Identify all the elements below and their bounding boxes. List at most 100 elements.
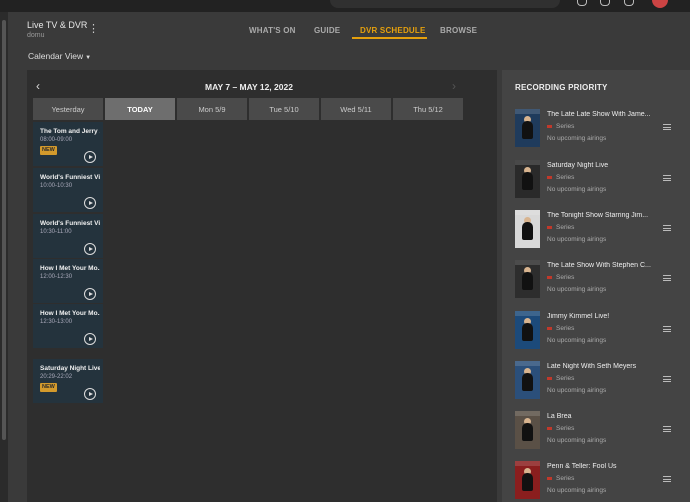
show-name: The Late Late Show With Jame... [547, 111, 651, 118]
show-airings: No upcoming airings [547, 135, 607, 142]
day-thu[interactable]: Thu 5/12 [393, 98, 463, 120]
show-airings: No upcoming airings [547, 487, 607, 494]
date-range: MAY 7 – MAY 12, 2022 [205, 82, 293, 92]
recording-card[interactable]: How I Met Your Mo... 12:00-12:30 [33, 259, 103, 303]
show-airings: No upcoming airings [547, 387, 607, 394]
recording-priority-panel: RECORDING PRIORITY The Late Late Show Wi… [502, 70, 690, 502]
day-wed[interactable]: Wed 5/11 [321, 98, 391, 120]
tab-whats-on[interactable]: WHAT'S ON [249, 26, 296, 35]
settings-icon[interactable] [600, 0, 610, 6]
priority-item[interactable]: The Late Late Show With Jame... Series N… [502, 109, 690, 157]
priority-item[interactable]: The Tonight Show Starring Jim... Series … [502, 210, 690, 258]
series-icon [547, 175, 552, 179]
recording-card[interactable]: How I Met Your Mo... 12:30-13:00 [33, 304, 103, 348]
series-icon [547, 326, 552, 330]
scrollbar[interactable] [0, 12, 8, 502]
priority-item[interactable]: The Late Show With Stephen C... Series N… [502, 260, 690, 308]
recording-time: 10:00-10:30 [40, 183, 73, 189]
recording-card[interactable]: The Tom and Jerry ... 08:00-09:00 NEW [33, 122, 103, 166]
show-type: Series [547, 475, 574, 482]
drag-handle-icon[interactable] [663, 275, 671, 281]
priority-item[interactable]: Jimmy Kimmel Live! Series No upcoming ai… [502, 311, 690, 359]
drag-handle-icon[interactable] [663, 225, 671, 231]
drag-handle-icon[interactable] [663, 175, 671, 181]
tab-browse[interactable]: BROWSE [440, 26, 477, 35]
new-badge: NEW [40, 383, 57, 392]
show-name: Jimmy Kimmel Live! [547, 313, 610, 320]
tab-guide[interactable]: GUIDE [314, 26, 340, 35]
show-type: Series [547, 375, 574, 382]
drag-handle-icon[interactable] [663, 376, 671, 382]
recording-card[interactable]: World's Funniest Vi... 10:30-11:00 [33, 214, 103, 258]
scrollbar-thumb[interactable] [2, 20, 6, 440]
cast-icon[interactable] [624, 0, 634, 6]
drag-handle-icon[interactable] [663, 124, 671, 130]
series-icon [547, 376, 552, 380]
recording-time: 20:29-22:02 [40, 374, 73, 380]
drag-handle-icon[interactable] [663, 426, 671, 432]
recording-card[interactable]: World's Funniest Vi... 10:00-10:30 [33, 168, 103, 212]
search-pill[interactable] [330, 0, 560, 8]
tab-dvr-schedule[interactable]: DVR SCHEDULE [360, 26, 426, 35]
show-name: The Late Show With Stephen C... [547, 262, 651, 269]
recording-title: The Tom and Jerry ... [40, 128, 100, 135]
play-icon[interactable] [84, 243, 96, 255]
caret-down-icon: ▼ [85, 55, 92, 61]
day-mon[interactable]: Mon 5/9 [177, 98, 247, 120]
play-icon[interactable] [84, 388, 96, 400]
show-name: Late Night With Seth Meyers [547, 363, 637, 370]
series-icon [547, 426, 552, 430]
recording-title: How I Met Your Mo... [40, 310, 100, 317]
show-type: Series [547, 274, 574, 281]
new-badge: NEW [40, 146, 57, 155]
priority-item[interactable]: Penn & Teller: Fool Us Series No upcomin… [502, 461, 690, 502]
avatar[interactable] [652, 0, 668, 8]
show-name: Saturday Night Live [547, 162, 609, 169]
drag-handle-icon[interactable] [663, 476, 671, 482]
show-airings: No upcoming airings [547, 286, 607, 293]
recording-time: 12:00-12:30 [40, 274, 73, 280]
show-type: Series [547, 224, 574, 231]
show-type: Series [547, 325, 574, 332]
priority-item[interactable]: La Brea Series No upcoming airings [502, 411, 690, 459]
schedule-area: ‹ MAY 7 – MAY 12, 2022 › Yesterday TODAY… [27, 70, 497, 502]
series-icon [547, 124, 552, 128]
recording-title: How I Met Your Mo... [40, 265, 100, 272]
next-week-icon[interactable]: › [452, 80, 456, 92]
day-tue[interactable]: Tue 5/10 [249, 98, 319, 120]
priority-item[interactable]: Late Night With Seth Meyers Series No up… [502, 361, 690, 409]
recording-time: 12:30-13:00 [40, 319, 73, 325]
active-tab-indicator [352, 37, 427, 39]
play-icon[interactable] [84, 197, 96, 209]
recording-time: 10:30-11:00 [40, 229, 72, 235]
date-navigator: ‹ MAY 7 – MAY 12, 2022 › [27, 78, 497, 96]
day-header-row: Yesterday TODAY Mon 5/9 Tue 5/10 Wed 5/1… [33, 98, 465, 120]
recording-title: World's Funniest Vi... [40, 220, 100, 227]
show-poster [515, 210, 540, 248]
show-poster [515, 160, 540, 198]
play-icon[interactable] [84, 333, 96, 345]
show-poster [515, 411, 540, 449]
show-airings: No upcoming airings [547, 337, 607, 344]
activity-icon[interactable] [577, 0, 587, 6]
show-airings: No upcoming airings [547, 186, 607, 193]
recording-title: World's Funniest Vi... [40, 174, 100, 181]
day-yesterday[interactable]: Yesterday [33, 98, 103, 120]
show-poster [515, 361, 540, 399]
recording-card[interactable]: Saturday Night Live 20:29-22:02 NEW [33, 359, 103, 403]
play-icon[interactable] [84, 151, 96, 163]
series-icon [547, 476, 552, 480]
show-poster [515, 461, 540, 499]
show-name: Penn & Teller: Fool Us [547, 463, 617, 470]
top-bar [0, 0, 690, 12]
priority-item[interactable]: Saturday Night Live Series No upcoming a… [502, 160, 690, 208]
calendar-view-dropdown[interactable]: Calendar View ▼ [28, 51, 91, 61]
show-type: Series [547, 123, 574, 130]
show-poster [515, 260, 540, 298]
play-icon[interactable] [84, 288, 96, 300]
show-name: The Tonight Show Starring Jim... [547, 212, 649, 219]
show-airings: No upcoming airings [547, 437, 607, 444]
series-icon [547, 275, 552, 279]
day-today[interactable]: TODAY [105, 98, 175, 120]
drag-handle-icon[interactable] [663, 326, 671, 332]
